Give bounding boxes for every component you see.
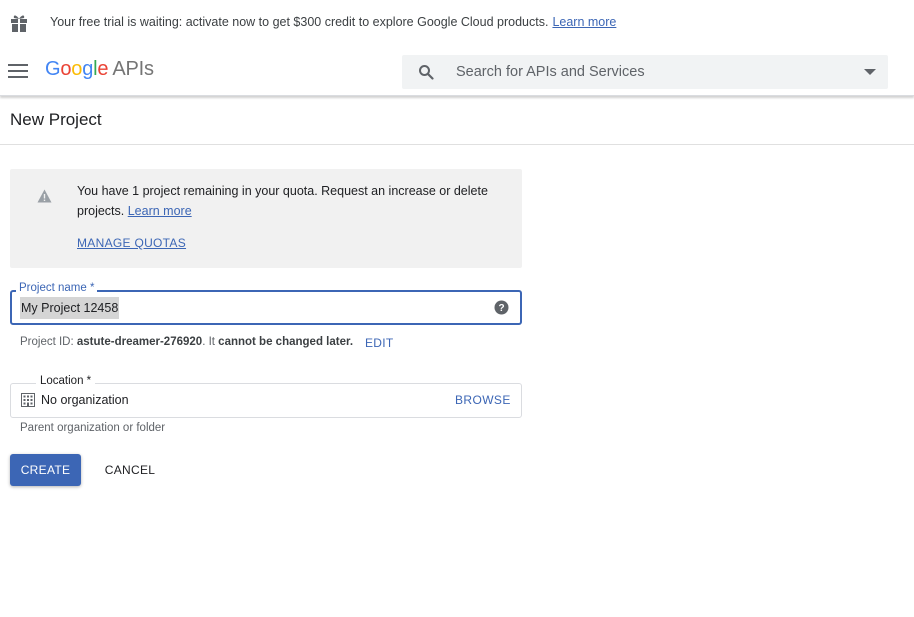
warning-icon <box>37 189 52 203</box>
trial-banner: Your free trial is waiting: activate now… <box>0 0 914 46</box>
location-field[interactable]: No organization BROWSE <box>10 383 522 418</box>
trial-learn-more-link[interactable]: Learn more <box>552 15 616 29</box>
trial-text: Your free trial is waiting: activate now… <box>50 15 616 29</box>
quota-message: You have 1 project remaining in your quo… <box>77 181 507 221</box>
google-apis-logo[interactable]: Google APIs <box>45 58 154 81</box>
edit-project-id-button[interactable]: EDIT <box>365 336 394 350</box>
quota-learn-more-link[interactable]: Learn more <box>128 204 192 218</box>
manage-quotas-link[interactable]: MANAGE QUOTAS <box>77 236 186 250</box>
gift-icon <box>11 15 27 32</box>
project-name-input[interactable]: My Project 12458 <box>20 297 120 319</box>
app-header: Google APIs <box>0 46 914 96</box>
search-input[interactable] <box>456 55 836 89</box>
project-id-prefix: Project ID: <box>20 336 74 348</box>
create-button[interactable]: CREATE <box>10 454 81 486</box>
search-icon <box>419 65 434 80</box>
project-id-text: Project ID: astute-dreamer-276920. It ca… <box>20 336 353 348</box>
search-box[interactable] <box>402 55 888 89</box>
browse-button[interactable]: BROWSE <box>455 393 511 407</box>
location-value: No organization <box>41 393 129 407</box>
project-name-label: Project name * <box>16 282 98 294</box>
location-hint: Parent organization or folder <box>20 422 166 434</box>
page-title: New Project <box>10 110 102 129</box>
building-icon <box>21 393 35 407</box>
project-id-warning: cannot be changed later. <box>218 336 354 348</box>
help-icon[interactable]: ? <box>494 300 509 315</box>
project-id-suffix: . It <box>202 336 215 348</box>
cancel-button[interactable]: CANCEL <box>96 454 164 486</box>
menu-icon[interactable] <box>8 63 28 79</box>
logo-product: APIs <box>112 58 154 80</box>
svg-text:?: ? <box>498 303 504 314</box>
project-id-value: astute-dreamer-276920 <box>76 336 203 348</box>
divider <box>0 144 914 145</box>
location-label: Location * <box>36 375 96 387</box>
chevron-down-icon[interactable] <box>864 69 876 75</box>
quota-notice: You have 1 project remaining in your quo… <box>10 169 522 268</box>
trial-message: Your free trial is waiting: activate now… <box>50 15 549 29</box>
project-name-field[interactable]: My Project 12458 ? <box>10 290 522 325</box>
